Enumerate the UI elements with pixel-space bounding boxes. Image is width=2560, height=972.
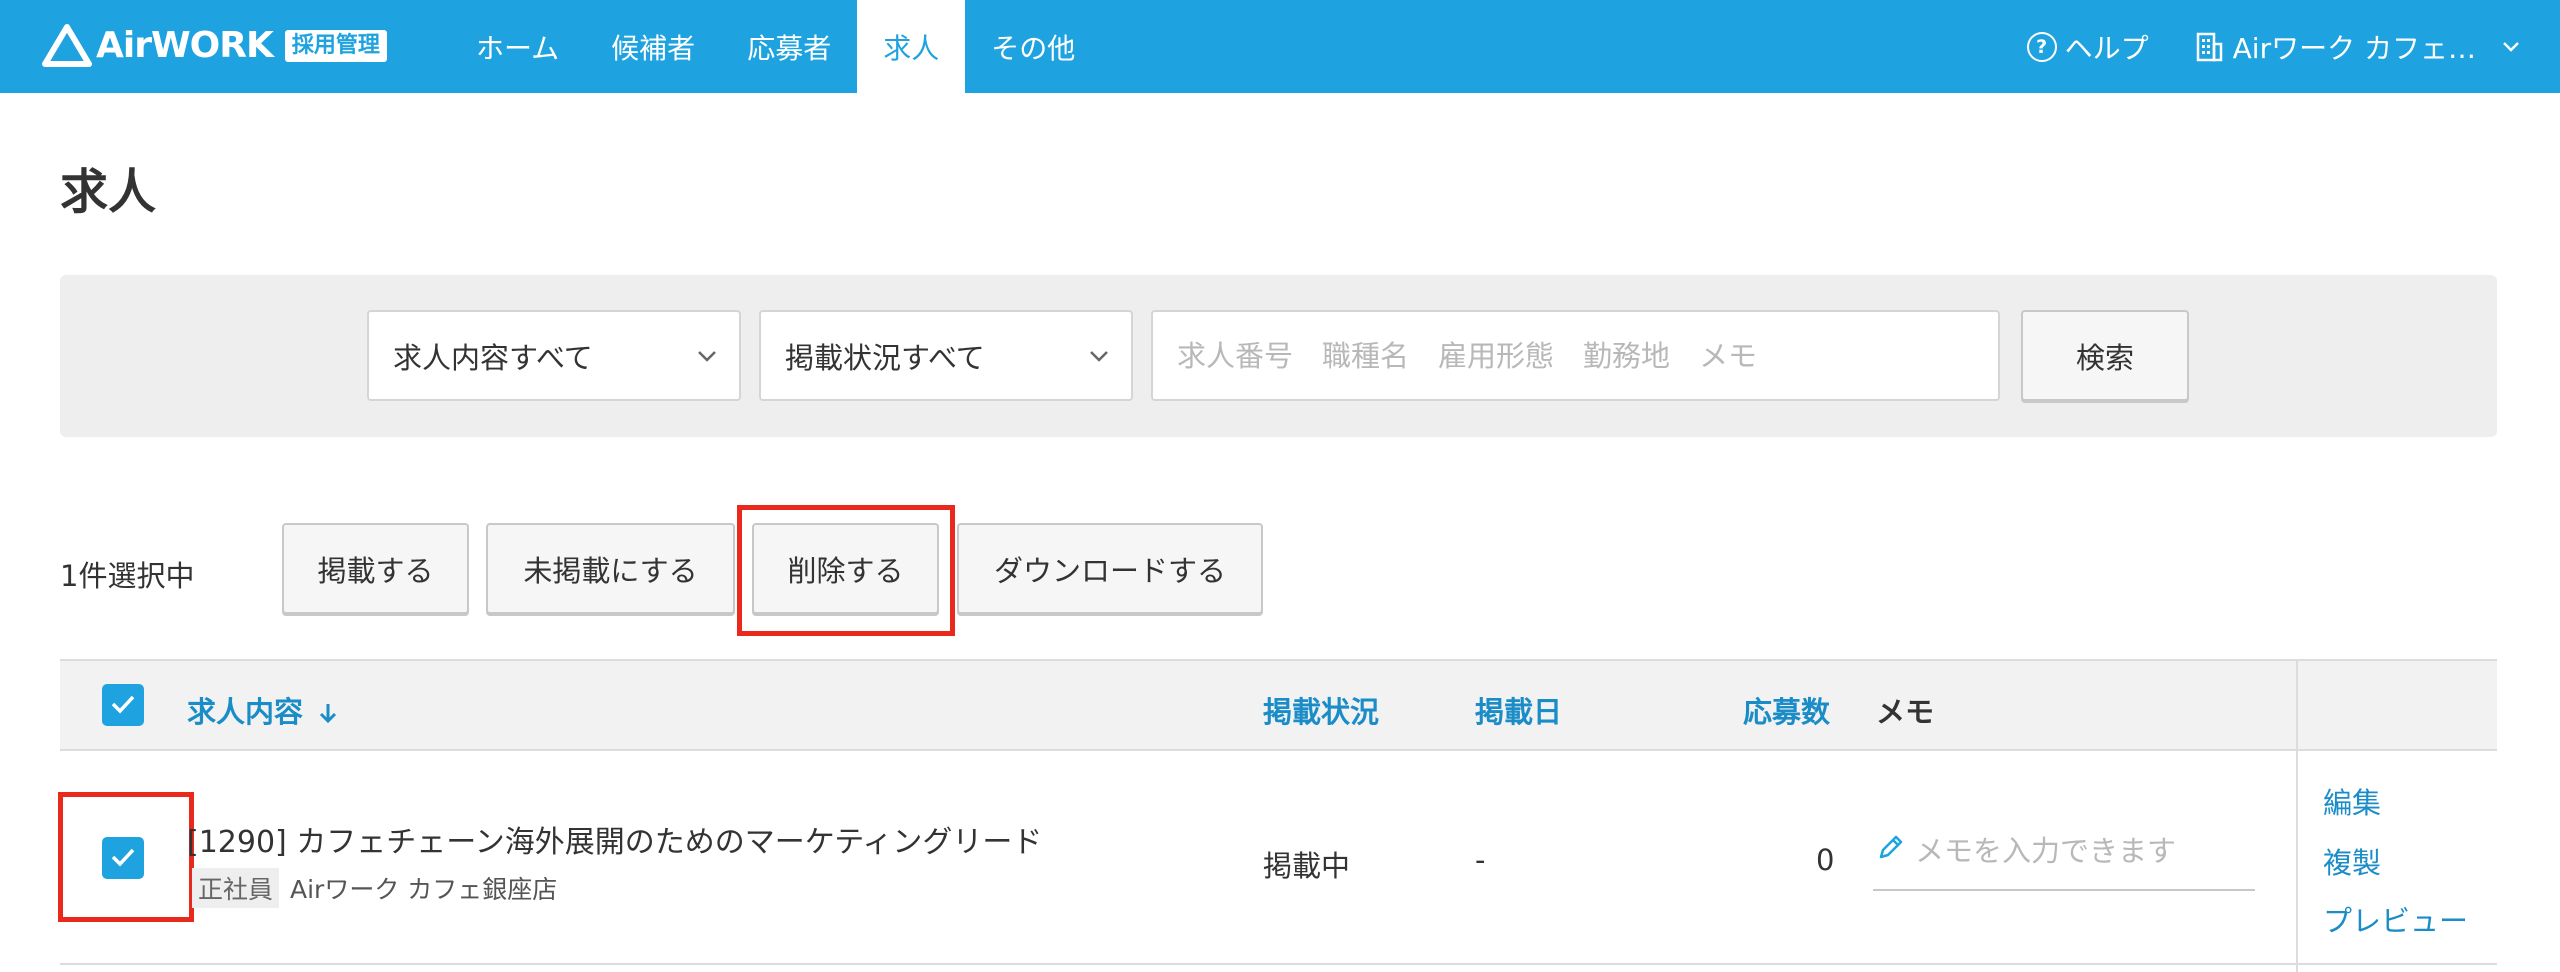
status-cell: 掲載中 (1263, 849, 1351, 883)
header-right: ? ヘルプ Airワーク カフェ… (2026, 0, 2520, 93)
store-name: Airワーク カフェ銀座店 (290, 875, 558, 904)
question-circle-icon: ? (2026, 31, 2057, 62)
search-button[interactable]: 検索 (2021, 310, 2189, 401)
employment-type-badge: 正社員 (192, 868, 280, 908)
main-nav: ホーム 候補者 応募者 求人 その他 (450, 0, 1101, 93)
content-filter-select[interactable]: 求人内容すべて (367, 310, 741, 401)
header-content-sort[interactable]: 求人内容 (187, 689, 337, 731)
search-input[interactable] (1151, 310, 2000, 401)
airwork-logo[interactable]: AirWORK 採用管理 (42, 23, 387, 69)
job-title-link[interactable]: [1290] カフェチェーン海外展開のためのマーケティングリード (187, 817, 1042, 861)
memo-input[interactable] (1913, 825, 2247, 877)
date-cell: - (1475, 843, 1486, 877)
header-content-label: 求人内容 (187, 695, 304, 729)
nav-applicants[interactable]: 応募者 (721, 0, 857, 93)
select-all-checkbox[interactable] (102, 684, 144, 726)
delete-button[interactable]: 削除する (752, 523, 939, 614)
top-header: AirWORK 採用管理 ホーム 候補者 応募者 求人 その他 ? ヘルプ Ai… (0, 0, 2560, 93)
memo-field[interactable] (1873, 825, 2255, 891)
help-label: ヘルプ (2064, 31, 2149, 65)
chevron-down-icon (1090, 351, 1108, 362)
row-checkbox[interactable] (102, 837, 144, 879)
content-filter-value: 求人内容すべて (393, 340, 593, 375)
nav-home[interactable]: ホーム (450, 0, 585, 93)
unpublish-button[interactable]: 未掲載にする (486, 523, 735, 614)
header-status[interactable]: 掲載状況 (1263, 689, 1379, 731)
account-label: Airワーク カフェ… (2232, 31, 2476, 65)
duplicate-link[interactable]: 複製 (2323, 840, 2381, 882)
checkmark-icon (111, 695, 135, 714)
nav-other[interactable]: その他 (965, 0, 1101, 93)
preview-link[interactable]: プレビュー (2323, 898, 2468, 940)
chevron-down-icon (698, 351, 716, 362)
chevron-down-icon (2503, 41, 2519, 52)
search-panel: 求人内容すべて 掲載状況すべて 検索 (60, 275, 2497, 437)
status-filter-select[interactable]: 掲載状況すべて (759, 310, 1133, 401)
download-button[interactable]: ダウンロードする (957, 523, 1263, 614)
building-icon (2196, 32, 2222, 61)
logo-badge: 採用管理 (284, 30, 387, 62)
column-divider (2296, 659, 2298, 972)
header-memo: メモ (1876, 695, 1935, 729)
account-menu[interactable]: Airワーク カフェ… (2195, 27, 2520, 67)
nav-candidates[interactable]: 候補者 (585, 0, 721, 93)
applicants-cell: 0 (1816, 843, 1835, 877)
publish-button[interactable]: 掲載する (282, 523, 469, 614)
arrow-down-icon (320, 704, 337, 724)
pencil-icon (1879, 835, 1903, 859)
checkmark-icon (111, 848, 135, 867)
page-title: 求人 (60, 164, 157, 220)
help-link[interactable]: ? ヘルプ (2026, 27, 2149, 67)
airwork-logo-icon (42, 24, 92, 67)
header-date[interactable]: 掲載日 (1475, 689, 1562, 731)
logo-text: AirWORK (96, 25, 274, 66)
header-applicants[interactable]: 応募数 (1743, 689, 1830, 731)
status-filter-value: 掲載状況すべて (785, 340, 985, 375)
selected-count: 1件選択中 (60, 559, 195, 593)
row-divider (60, 963, 2497, 965)
nav-jobs[interactable]: 求人 (857, 0, 966, 93)
edit-link[interactable]: 編集 (2323, 780, 2381, 822)
